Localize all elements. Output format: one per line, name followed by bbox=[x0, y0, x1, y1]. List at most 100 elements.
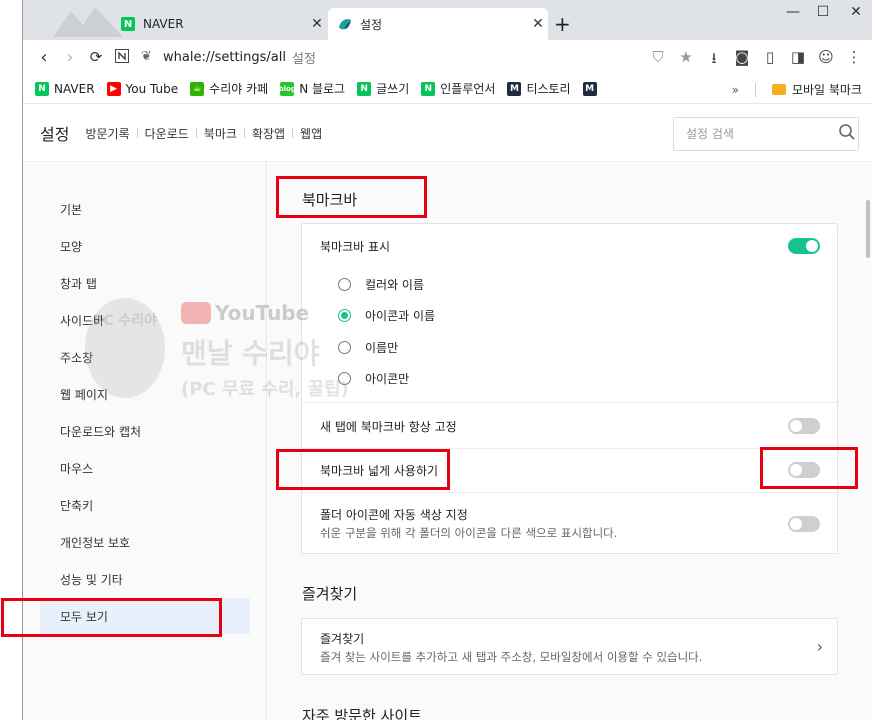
show-bookmark-bar-toggle[interactable] bbox=[788, 238, 820, 254]
reader-icon[interactable]: ▯ bbox=[762, 48, 778, 73]
folder-icon bbox=[771, 84, 786, 95]
forward-icon[interactable]: › bbox=[57, 47, 83, 68]
link-webapps[interactable]: 웹앱 bbox=[300, 125, 322, 142]
tab-title: NAVER bbox=[143, 17, 184, 31]
sidebar-item-shortcuts[interactable]: 단축키 bbox=[60, 497, 93, 514]
bookmark-youtube[interactable]: ▶ You Tube bbox=[106, 81, 179, 96]
search-icon[interactable] bbox=[836, 123, 858, 146]
bookmark-cafe[interactable]: ☕ 수리야 카페 bbox=[190, 80, 268, 97]
download-icon[interactable]: ⭳ bbox=[706, 48, 722, 73]
link-extensions[interactable]: 확장앱 bbox=[252, 125, 285, 142]
youtube-icon: ▶ bbox=[106, 81, 121, 96]
minimize-icon[interactable]: — bbox=[777, 4, 809, 20]
radio-icon bbox=[338, 278, 351, 291]
radio-label: 아이콘만 bbox=[365, 372, 410, 386]
tistory-icon: M bbox=[582, 81, 597, 96]
cafe-icon: ☕ bbox=[190, 81, 205, 96]
link-bookmarks[interactable]: 북마크 bbox=[204, 125, 237, 142]
url-page-label: 설정 bbox=[292, 51, 316, 67]
divider bbox=[302, 402, 837, 403]
radio-icon bbox=[338, 341, 351, 354]
sidebar-item-performance[interactable]: 성능 및 기타 bbox=[60, 571, 123, 588]
sidebar-item-web-page[interactable]: 웹 페이지 bbox=[60, 386, 108, 403]
close-window-icon[interactable]: ✕ bbox=[840, 4, 872, 20]
tab-close-icon[interactable]: ✕ bbox=[307, 16, 327, 32]
bookmark-naver[interactable]: N NAVER bbox=[35, 81, 95, 96]
link-downloads[interactable]: 다운로드 bbox=[145, 125, 189, 142]
section-title-favorites: 즐겨찾기 bbox=[302, 585, 358, 603]
menu-icon[interactable]: ⋮ bbox=[846, 48, 862, 73]
annotation-box-section bbox=[276, 176, 427, 218]
bookmark-label: 수리야 카페 bbox=[209, 82, 269, 96]
profile-icon[interactable]: ☺ bbox=[818, 48, 834, 73]
divider bbox=[292, 128, 294, 138]
tab-close-icon[interactable]: ✕ bbox=[528, 16, 548, 32]
radio-option-color-name[interactable]: 컬러와 이름 bbox=[338, 276, 424, 293]
radio-option-name-only[interactable]: 이름만 bbox=[338, 339, 398, 356]
toggle-knob bbox=[790, 518, 802, 530]
toolbar-actions: ⛉ ★ ⭳ ◙ ▯ ◨ ☺ ⋮ bbox=[650, 48, 862, 73]
sidebar-item-mouse[interactable]: 마우스 bbox=[60, 460, 93, 477]
pin-new-tab-toggle[interactable] bbox=[788, 418, 820, 434]
settings-main: 북마크바 북마크바 표시 컬러와 이름 아이콘과 이름 이름만 아이콘만 새 탭… bbox=[268, 163, 872, 720]
bookmark-label: 글쓰기 bbox=[376, 82, 410, 96]
reload-icon[interactable]: ⟳ bbox=[83, 48, 109, 66]
sidebar-item-sidebar[interactable]: 사이드바 bbox=[60, 312, 104, 329]
blog-icon: blog bbox=[279, 81, 296, 96]
camera-icon[interactable]: ◙ bbox=[734, 48, 750, 73]
folder-color-toggle[interactable] bbox=[788, 516, 820, 532]
divider bbox=[195, 128, 197, 138]
shield-icon[interactable]: ⛉ bbox=[650, 48, 666, 73]
favorites-card[interactable]: 즐겨찾기 즐겨 찾는 사이트를 추가하고 새 탭과 주소창, 모바일창에서 이용… bbox=[301, 618, 838, 675]
annotation-box-label bbox=[276, 449, 450, 490]
url-text: whale://settings/all bbox=[163, 49, 286, 65]
bookmark-influencer[interactable]: N 인플루언서 bbox=[421, 80, 495, 97]
sidebar-item-privacy[interactable]: 개인정보 보호 bbox=[60, 534, 130, 551]
bookmark-tistory[interactable]: M 티스토리 bbox=[507, 80, 571, 97]
sidebar-item-basic[interactable]: 기본 bbox=[60, 201, 82, 218]
folder-label: 모바일 북마크 bbox=[791, 83, 862, 97]
bookmark-write[interactable]: N 글쓰기 bbox=[357, 80, 409, 97]
pin-new-tab-label: 새 탭에 북마크바 항상 고정 bbox=[320, 420, 457, 434]
show-bookmark-bar-label: 북마크바 표시 bbox=[320, 240, 391, 254]
scrollbar-thumb[interactable] bbox=[866, 200, 870, 258]
link-history[interactable]: 방문기록 bbox=[85, 125, 129, 142]
toggle-knob bbox=[790, 420, 802, 432]
whale-leaf-icon: ❦ bbox=[141, 49, 152, 64]
bookmark-bar-card: 북마크바 표시 컬러와 이름 아이콘과 이름 이름만 아이콘만 새 탭에 북마크… bbox=[301, 223, 838, 554]
sidebar-item-address-bar[interactable]: 주소창 bbox=[60, 349, 93, 366]
tab-settings[interactable]: 설정 ✕ bbox=[328, 8, 548, 40]
sidebar-toggle-icon[interactable]: ◨ bbox=[790, 48, 806, 73]
sidebar-item-windows-tabs[interactable]: 창과 탭 bbox=[60, 275, 97, 292]
address-bar[interactable]: ❦ whale://settings/all 설정 bbox=[141, 48, 316, 67]
divider bbox=[136, 128, 138, 138]
sidebar-item-appearance[interactable]: 모양 bbox=[60, 238, 82, 255]
search-input[interactable] bbox=[686, 127, 836, 141]
annotation-box-sidebar bbox=[1, 598, 222, 637]
bookmark-blog[interactable]: blog N 블로그 bbox=[279, 80, 345, 97]
mobile-bookmarks-folder[interactable]: 모바일 북마크 bbox=[771, 81, 862, 98]
divider bbox=[243, 128, 245, 138]
radio-label: 이름만 bbox=[365, 341, 399, 355]
radio-option-icon-name[interactable]: 아이콘과 이름 bbox=[338, 307, 435, 324]
more-bookmarks-icon[interactable]: » bbox=[732, 83, 739, 97]
star-icon[interactable]: ★ bbox=[678, 48, 694, 73]
chevron-right-icon: › bbox=[816, 637, 823, 656]
new-tab-icon[interactable]: + bbox=[554, 12, 571, 36]
tab-title: 설정 bbox=[360, 17, 383, 32]
naver-icon: N bbox=[357, 81, 372, 96]
favorites-desc: 즐겨 찾는 사이트를 추가하고 새 탭과 주소창, 모바일창에서 이용할 수 있… bbox=[320, 650, 703, 664]
bookmark-label: NAVER bbox=[54, 81, 95, 96]
maximize-icon[interactable]: ☐ bbox=[807, 4, 839, 20]
tab-naver[interactable]: N NAVER ✕ bbox=[111, 8, 327, 40]
settings-links: 방문기록 다운로드 북마크 확장앱 웹앱 bbox=[85, 125, 322, 142]
home-naver-icon[interactable] bbox=[109, 47, 135, 68]
bookmark-m[interactable]: M bbox=[582, 81, 602, 96]
naver-icon: N bbox=[35, 81, 49, 96]
bookmark-label: You Tube bbox=[125, 81, 179, 96]
sidebar-item-download-capture[interactable]: 다운로드와 캡처 bbox=[60, 423, 141, 440]
back-icon[interactable]: ‹ bbox=[31, 47, 57, 68]
naver-icon: N bbox=[421, 81, 436, 96]
section-title-frequent-sites: 자주 방문한 사이트 bbox=[302, 707, 422, 720]
radio-option-icon-only[interactable]: 아이콘만 bbox=[338, 370, 409, 387]
